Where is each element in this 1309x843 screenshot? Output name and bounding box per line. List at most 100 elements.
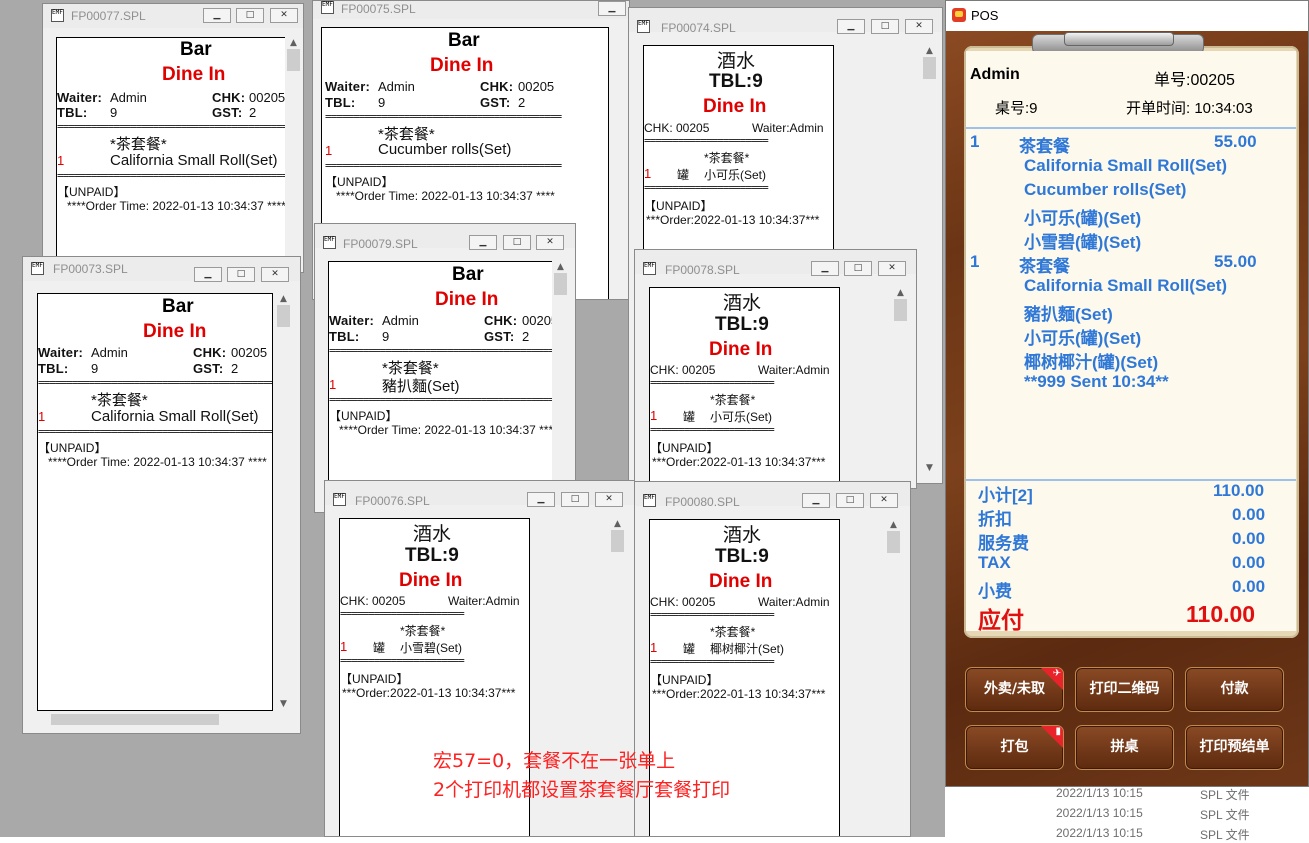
line-sub-item[interactable]: California Small Roll(Set): [1024, 276, 1227, 296]
scroll-thumb[interactable]: [51, 714, 219, 725]
print-qr-button[interactable]: 打印二维码: [1075, 667, 1174, 712]
spool-window-fp00073[interactable]: EMF FP00073.SPL ▁ □ ✕ Bar Dine In Waiter…: [22, 256, 301, 734]
gst-label: GST:: [193, 361, 224, 376]
pos-window[interactable]: POS Admin 单号:00205 桌号:9 开单时间: 10:34:03 1…: [945, 0, 1309, 787]
maximize-button[interactable]: □: [503, 235, 531, 250]
minimize-button[interactable]: ▁: [527, 492, 555, 507]
scroll-up-icon[interactable]: ▲: [892, 288, 909, 298]
minimize-button[interactable]: ▁: [811, 261, 839, 276]
scroll-thumb[interactable]: [554, 273, 567, 295]
minimize-button[interactable]: ▁: [194, 267, 222, 282]
window-titlebar[interactable]: EMF FP00073.SPL ▁ □ ✕: [23, 257, 300, 282]
emf-file-icon: EMF: [333, 493, 346, 506]
line-sub-item[interactable]: Cucumber rolls(Set): [1024, 180, 1186, 200]
vertical-scrollbar[interactable]: ▲ ▼: [275, 293, 292, 711]
horizontal-scrollbar[interactable]: [37, 711, 275, 728]
vertical-scrollbar[interactable]: ▲ ▼: [921, 45, 938, 483]
close-button[interactable]: ✕: [270, 8, 298, 23]
gst-value: 2: [249, 105, 257, 120]
maximize-button[interactable]: □: [836, 493, 864, 508]
item-qty: 1: [644, 166, 652, 181]
scroll-thumb[interactable]: [611, 530, 624, 552]
minimize-button[interactable]: ▁: [203, 8, 231, 23]
minimize-button[interactable]: ▁: [837, 19, 865, 34]
line-sub-item[interactable]: 小可乐(罐)(Set): [1024, 324, 1141, 349]
emf-file-icon: EMF: [323, 236, 336, 249]
separator: ========================================…: [38, 426, 273, 437]
scroll-up-icon[interactable]: ▲: [275, 294, 292, 304]
window-titlebar[interactable]: EMF FP00079.SPL ▁ □ ✕: [315, 224, 575, 251]
vertical-scrollbar[interactable]: ▲: [285, 37, 302, 272]
spool-window-fp00078[interactable]: EMF FP00078.SPL ▁ □ ✕ 酒水 TBL:9 Dine In C…: [634, 249, 917, 489]
close-button[interactable]: ✕: [261, 267, 289, 282]
close-button[interactable]: ✕: [878, 261, 906, 276]
order-time: ****Order Time: 2022-01-13 10:34:37 ****: [48, 455, 267, 469]
tbl-label: TBL:: [57, 105, 88, 120]
scroll-thumb[interactable]: [894, 299, 907, 321]
close-button[interactable]: ✕: [536, 235, 564, 250]
payment-status: 【UNPAID】: [340, 672, 409, 686]
maximize-button[interactable]: □: [871, 19, 899, 34]
pos-titlebar[interactable]: POS: [946, 1, 1308, 31]
line-sub-item[interactable]: California Small Roll(Set): [1024, 156, 1227, 176]
close-button[interactable]: ✕: [905, 19, 933, 34]
vertical-scrollbar[interactable]: ▲: [552, 261, 569, 512]
window-titlebar[interactable]: EMF FP00077.SPL ▁ □ ✕: [43, 4, 303, 28]
minimize-button[interactable]: ▁: [598, 1, 626, 16]
window-titlebar[interactable]: EMF FP00074.SPL ▁ □ ✕: [629, 8, 942, 35]
scroll-up-icon[interactable]: ▲: [885, 520, 902, 530]
waiter-value: Admin: [91, 345, 128, 360]
tbl-label: TBL:: [38, 361, 69, 376]
close-button[interactable]: ✕: [595, 492, 623, 507]
maximize-button[interactable]: □: [844, 261, 872, 276]
window-titlebar[interactable]: EMF FP00076.SPL ▁ □ ✕: [325, 481, 634, 508]
scroll-down-icon[interactable]: ▼: [275, 699, 292, 709]
scroll-down-icon[interactable]: ▼: [921, 463, 938, 473]
window-titlebar[interactable]: EMF FP00080.SPL ▁ □ ✕: [635, 482, 910, 509]
scroll-thumb[interactable]: [287, 49, 300, 71]
maximize-button[interactable]: □: [227, 267, 255, 282]
line-name[interactable]: 茶套餐: [1019, 132, 1070, 157]
pay-button[interactable]: 付款: [1185, 667, 1284, 712]
waiter-label: Waiter:: [329, 313, 374, 328]
order-header: Admin 单号:00205 桌号:9 开单时间: 10:34:03: [966, 51, 1296, 129]
scroll-thumb[interactable]: [887, 531, 900, 553]
vertical-scrollbar[interactable]: ▲: [892, 287, 909, 488]
spool-window-fp00079[interactable]: EMF FP00079.SPL ▁ □ ✕ Bar Dine In Waiter…: [314, 223, 576, 513]
line-sub-item[interactable]: 椰树椰汁(罐)(Set): [1024, 348, 1158, 373]
discount-value: 0.00: [1232, 505, 1266, 524]
scroll-up-icon[interactable]: ▲: [609, 519, 626, 529]
separator: ======================: [650, 656, 775, 667]
subtotal-label: 小计[2]: [978, 486, 1033, 505]
scroll-up-icon[interactable]: ▲: [285, 38, 302, 48]
scroll-thumb[interactable]: [923, 57, 936, 79]
order-time: ****Order Time: 2022-01-13 10:34:37 ****: [336, 189, 555, 203]
line-sub-item[interactable]: 小雪碧(罐)(Set): [1024, 228, 1141, 253]
line-sub-item[interactable]: 豬扒麵(Set): [1024, 300, 1113, 325]
scroll-up-icon[interactable]: ▲: [921, 46, 938, 56]
minimize-button[interactable]: ▁: [802, 493, 830, 508]
maximize-button[interactable]: □: [561, 492, 589, 507]
scroll-up-icon[interactable]: ▲: [552, 262, 569, 272]
scroll-thumb[interactable]: [277, 305, 290, 327]
gst-label: GST:: [480, 95, 511, 110]
minimize-button[interactable]: ▁: [469, 235, 497, 250]
line-qty: 1: [970, 252, 980, 271]
close-button[interactable]: ✕: [870, 493, 898, 508]
spool-window-fp00077[interactable]: EMF FP00077.SPL ▁ □ ✕ Bar Dine In Waiter…: [42, 3, 304, 273]
vertical-scrollbar[interactable]: ▲: [885, 519, 902, 836]
maximize-button[interactable]: □: [236, 8, 264, 23]
waiter-label: Waiter:: [57, 90, 102, 105]
merge-table-button[interactable]: 拼桌: [1075, 725, 1174, 770]
pack-button[interactable]: 打包 ▮: [965, 725, 1064, 770]
window-titlebar[interactable]: EMF FP00075.SPL ▁: [313, 1, 629, 19]
line-sub-item[interactable]: 小可乐(罐)(Set): [1024, 204, 1141, 229]
separator: ======================: [650, 377, 775, 388]
window-titlebar[interactable]: EMF FP00078.SPL ▁ □ ✕: [635, 250, 916, 277]
open-time: 开单时间: 10:34:03: [1126, 100, 1253, 117]
takeout-button[interactable]: 外卖/未取 ✈: [965, 667, 1064, 712]
line-name[interactable]: 茶套餐: [1019, 252, 1070, 277]
order-lines[interactable]: 1 茶套餐 55.00 California Small Roll(Set) C…: [966, 129, 1296, 479]
print-prebill-button[interactable]: 打印预结单: [1185, 725, 1284, 770]
waiter-line: Waiter:Admin: [758, 595, 830, 609]
